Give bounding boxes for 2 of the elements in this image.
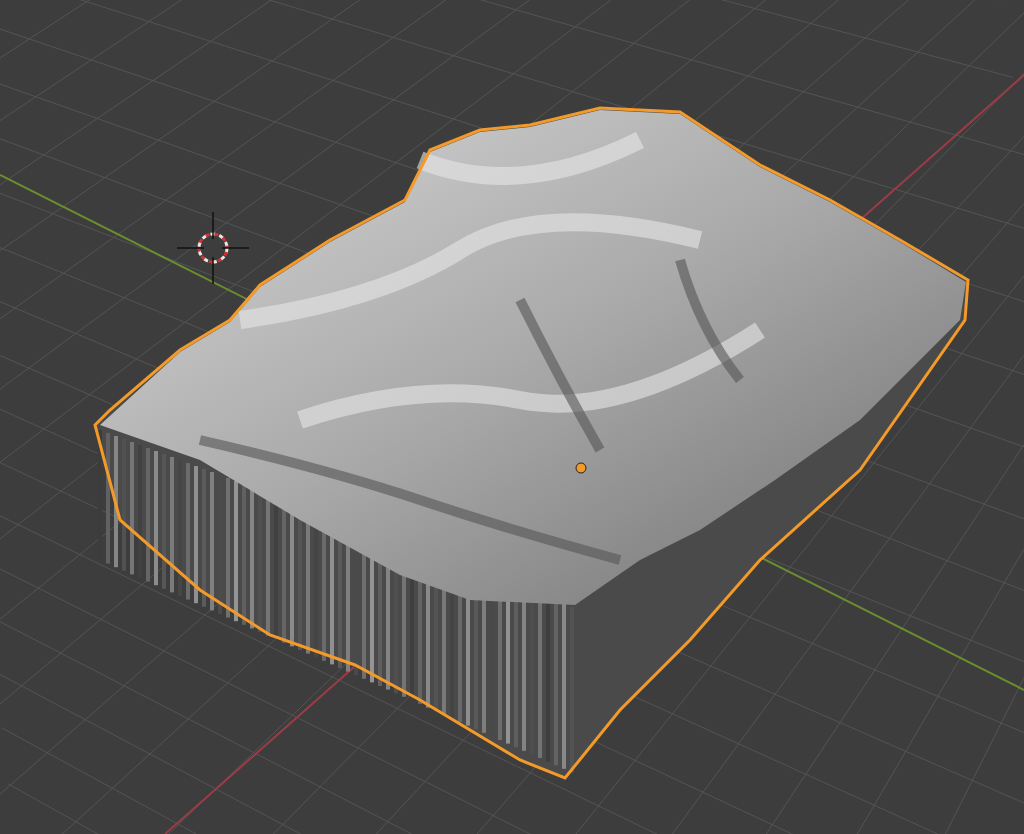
3d-cursor-icon xyxy=(176,211,250,285)
origin-dot-icon xyxy=(575,462,587,474)
